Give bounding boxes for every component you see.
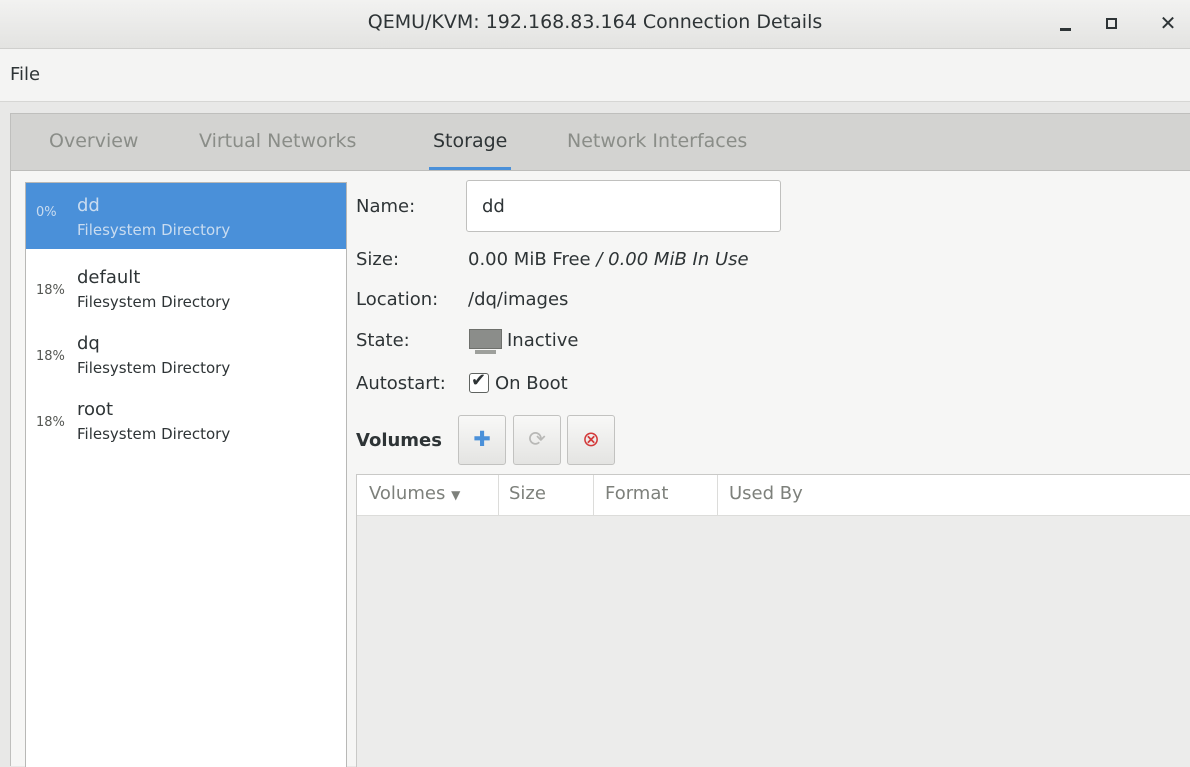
plus-icon: ✚ (473, 427, 491, 451)
autostart-value[interactable]: On Boot (495, 373, 568, 394)
maximize-button[interactable] (1098, 10, 1124, 36)
pool-usage: 0% (36, 205, 57, 220)
name-field[interactable] (466, 180, 781, 232)
column-size[interactable]: Size (509, 483, 546, 504)
column-used-by[interactable]: Used By (729, 483, 803, 504)
location-label: Location: (356, 289, 439, 310)
pool-name: dq (77, 333, 100, 354)
menu-file[interactable]: File (10, 64, 40, 85)
pool-name: default (77, 267, 141, 288)
refresh-volumes-button[interactable]: ⟳ (513, 415, 561, 465)
column-format[interactable]: Format (605, 483, 668, 504)
delete-icon: ⊗ (582, 427, 600, 451)
autostart-label: Autostart: (356, 373, 446, 394)
maximize-icon (1106, 18, 1117, 29)
pool-usage: 18% (36, 415, 65, 430)
column-volumes[interactable]: Volumes ▼ (369, 483, 460, 504)
pool-name: root (77, 399, 114, 420)
tab-storage[interactable]: Storage (428, 130, 512, 170)
location-value: /dq/images (468, 289, 569, 310)
window-title: QEMU/KVM: 192.168.83.164 Connection Deta… (367, 11, 823, 33)
state-value: Inactive (507, 330, 579, 351)
minimize-button[interactable] (1053, 10, 1079, 36)
checkmark-icon: ✔ (471, 370, 487, 391)
tab-network-interfaces[interactable]: Network Interfaces (567, 130, 747, 170)
notebook: Overview Virtual Networks Storage Networ… (10, 113, 1190, 767)
name-label: Name: (356, 196, 416, 217)
pool-item-root[interactable]: 18% root Filesystem Directory (26, 385, 346, 451)
pool-name: dd (77, 195, 100, 216)
volumes-table-header: Volumes ▼ Size Format Used By (357, 475, 1190, 516)
tab-virtual-networks[interactable]: Virtual Networks (199, 130, 356, 170)
pool-type: Filesystem Directory (77, 425, 231, 443)
pool-usage: 18% (36, 283, 65, 298)
refresh-icon: ⟳ (528, 427, 546, 451)
pool-item-default[interactable]: 18% default Filesystem Directory (26, 253, 346, 319)
pool-item-dd[interactable]: 0% dd Filesystem Directory (26, 183, 346, 249)
pool-type: Filesystem Directory (77, 221, 231, 239)
monitor-icon (469, 329, 502, 355)
pool-usage: 18% (36, 349, 65, 364)
volumes-label: Volumes (356, 430, 442, 451)
autostart-checkbox[interactable]: ✔ (469, 370, 489, 393)
pool-item-dq[interactable]: 18% dq Filesystem Directory (26, 319, 346, 385)
sort-down-icon: ▼ (451, 488, 461, 502)
minimize-icon (1060, 28, 1071, 31)
close-icon: ✕ (1159, 11, 1177, 35)
add-volume-button[interactable]: ✚ (458, 415, 506, 465)
size-in-use: / 0.00 MiB In Use (590, 249, 749, 270)
delete-volume-button[interactable]: ⊗ (567, 415, 615, 465)
size-label: Size: (356, 249, 400, 270)
storage-pool-list: 0% dd Filesystem Directory 18% default F… (25, 182, 347, 767)
tab-overview[interactable]: Overview (49, 130, 138, 170)
menubar: File (0, 49, 1190, 102)
state-label: State: (356, 330, 410, 351)
close-button[interactable]: ✕ (1155, 10, 1181, 36)
volumes-table: Volumes ▼ Size Format Used By (356, 474, 1190, 767)
size-free: 0.00 MiB Free (468, 249, 591, 270)
tab-bar: Overview Virtual Networks Storage Networ… (11, 114, 1190, 171)
window-titlebar: QEMU/KVM: 192.168.83.164 Connection Deta… (0, 0, 1190, 49)
pool-type: Filesystem Directory (77, 359, 231, 377)
pool-type: Filesystem Directory (77, 293, 231, 311)
size-value: 0.00 MiB Free / 0.00 MiB In Use (468, 249, 749, 270)
